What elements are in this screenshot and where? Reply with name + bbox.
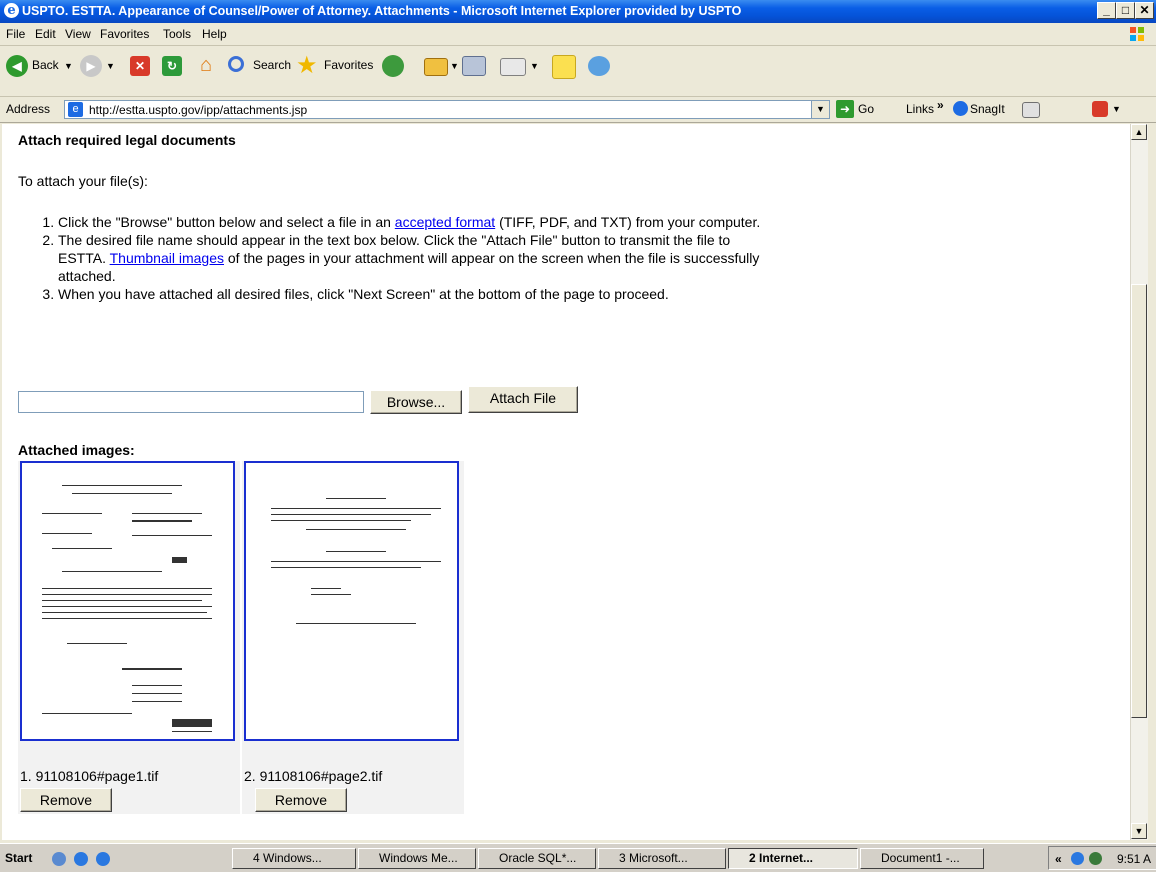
step-2: The desired file name should appear in t… (58, 231, 778, 285)
address-url: http://estta.uspto.gov/ipp/attachments.j… (89, 103, 308, 117)
favorites-button[interactable]: Favorites (324, 58, 373, 72)
accepted-format-link[interactable]: accepted format (395, 214, 495, 230)
menu-tools[interactable]: Tools (163, 27, 191, 41)
start-button[interactable]: Start (2, 848, 39, 869)
attached-images-heading: Attached images: (18, 442, 135, 458)
mail-icon[interactable] (424, 58, 448, 76)
menu-bar: File Edit View Favorites Tools Help (0, 23, 1156, 46)
menu-edit[interactable]: Edit (35, 27, 56, 41)
page-viewport: Attach required legal documents To attac… (2, 124, 1130, 840)
window-title: USPTO. ESTTA. Appearance of Counsel/Powe… (22, 4, 742, 18)
note-icon[interactable] (552, 55, 576, 79)
step-1-text-a: Click the "Browse" button below and sele… (58, 214, 395, 230)
taskbar-item-internet[interactable]: 2 Internet... (728, 848, 858, 869)
taskbar-item-microsoft[interactable]: 3 Microsoft... (598, 848, 726, 869)
scroll-thumb[interactable] (1131, 284, 1147, 718)
remove-button-1[interactable]: Remove (20, 788, 112, 812)
file-path-input[interactable] (18, 391, 364, 413)
windows-logo-icon (1130, 27, 1144, 41)
taskbar-item-windows[interactable]: 4 Windows... (232, 848, 356, 869)
back-dropdown-icon[interactable]: ▼ (64, 61, 73, 71)
quicklaunch-ie2-icon[interactable] (96, 852, 110, 866)
address-input[interactable]: e http://estta.uspto.gov/ipp/attachments… (64, 100, 830, 119)
attachment-card: 2. 91108106#page2.tif Remove (242, 461, 464, 814)
thumbnail-images-link[interactable]: Thumbnail images (110, 250, 224, 266)
menu-file[interactable]: File (6, 27, 25, 41)
remove-button-2[interactable]: Remove (255, 788, 347, 812)
edit-icon[interactable] (500, 58, 526, 76)
step-1: Click the "Browse" button below and sele… (58, 213, 778, 231)
search-icon[interactable] (228, 56, 244, 72)
messenger-icon[interactable] (588, 56, 610, 76)
menu-view[interactable]: View (65, 27, 91, 41)
snagit-icon[interactable] (953, 101, 968, 116)
vertical-scrollbar[interactable]: ▲ ▼ (1130, 124, 1148, 840)
maximize-button[interactable]: □ (1116, 2, 1135, 19)
home-icon[interactable]: ⌂ (194, 54, 218, 76)
taskbar-item-document[interactable]: Document1 -... (860, 848, 984, 869)
snagit-capture-icon[interactable] (1022, 102, 1040, 118)
standard-toolbar: ◀ Back ▼ ▶ ▼ ✕ ↻ ⌂ Search ★ Favorites ▼ … (0, 46, 1156, 97)
go-button[interactable]: Go (858, 102, 874, 116)
snagit-button[interactable]: SnagIt (970, 102, 1005, 116)
system-tray: « 9:51 A (1048, 846, 1156, 870)
edit-dropdown-icon[interactable]: ▼ (530, 61, 539, 71)
address-label: Address (6, 102, 51, 116)
menu-favorites[interactable]: Favorites (100, 27, 149, 41)
quicklaunch-ie-icon[interactable] (74, 852, 88, 866)
attachment-thumbnail-1[interactable] (20, 461, 235, 741)
go-arrow-icon[interactable]: ➜ (836, 100, 854, 118)
quicklaunch-desktop-icon[interactable] (52, 852, 66, 866)
attachment-card: 1. 91108106#page1.tif Remove (18, 461, 240, 814)
tray-network-icon[interactable] (1071, 852, 1084, 865)
ie-logo-icon: e (4, 3, 19, 18)
stop-icon[interactable]: ✕ (130, 56, 150, 76)
refresh-icon[interactable]: ↻ (162, 56, 182, 76)
step-3: When you have attached all desired files… (58, 285, 778, 303)
page-icon: e (68, 102, 83, 117)
browse-button[interactable]: Browse... (370, 390, 462, 414)
back-button[interactable]: Back (32, 58, 59, 72)
close-button[interactable]: ✕ (1135, 2, 1154, 19)
title-bar: e USPTO. ESTTA. Appearance of Counsel/Po… (0, 0, 1156, 23)
favorites-star-icon[interactable]: ★ (296, 51, 318, 80)
attachment-caption-2: 2. 91108106#page2.tif (244, 768, 383, 784)
step-1-text-b: (TIFF, PDF, and TXT) from your computer. (495, 214, 761, 230)
scroll-down-icon[interactable]: ▼ (1131, 823, 1147, 839)
forward-dropdown-icon[interactable]: ▼ (106, 61, 115, 71)
clock: 9:51 A (1117, 852, 1152, 866)
back-arrow-icon[interactable]: ◀ (6, 55, 28, 77)
attachment-caption-1: 1. 91108106#page1.tif (20, 768, 159, 784)
taskbar-item-media[interactable]: Windows Me... (358, 848, 476, 869)
attachment-thumbnail-2[interactable] (244, 461, 459, 741)
address-dropdown-icon[interactable]: ▼ (811, 101, 829, 118)
acrobat-dropdown-icon[interactable]: ▼ (1112, 104, 1121, 114)
links-label[interactable]: Links (906, 102, 934, 116)
scroll-up-icon[interactable]: ▲ (1131, 124, 1147, 140)
media-icon[interactable] (382, 55, 404, 77)
links-chevron[interactable]: » (937, 98, 944, 112)
address-bar: Address e http://estta.uspto.gov/ipp/att… (0, 97, 1156, 123)
attach-file-button[interactable]: Attach File (468, 386, 578, 413)
instruction-list: Click the "Browse" button below and sele… (18, 213, 778, 303)
minimize-button[interactable]: _ (1097, 2, 1116, 19)
intro-text: To attach your file(s): (18, 173, 148, 189)
print-icon[interactable] (462, 56, 486, 76)
taskbar-item-oracle[interactable]: Oracle SQL*... (478, 848, 596, 869)
taskbar: Start 4 Windows... Windows Me... Oracle … (0, 843, 1156, 872)
search-button[interactable]: Search (253, 58, 291, 72)
mail-dropdown-icon[interactable]: ▼ (450, 61, 459, 71)
menu-help[interactable]: Help (202, 27, 227, 41)
tray-status-icon[interactable] (1089, 852, 1102, 865)
acrobat-icon[interactable] (1092, 101, 1108, 117)
forward-arrow-icon[interactable]: ▶ (80, 55, 102, 77)
tray-chevron[interactable]: « (1055, 852, 1062, 866)
page-heading: Attach required legal documents (18, 132, 236, 148)
